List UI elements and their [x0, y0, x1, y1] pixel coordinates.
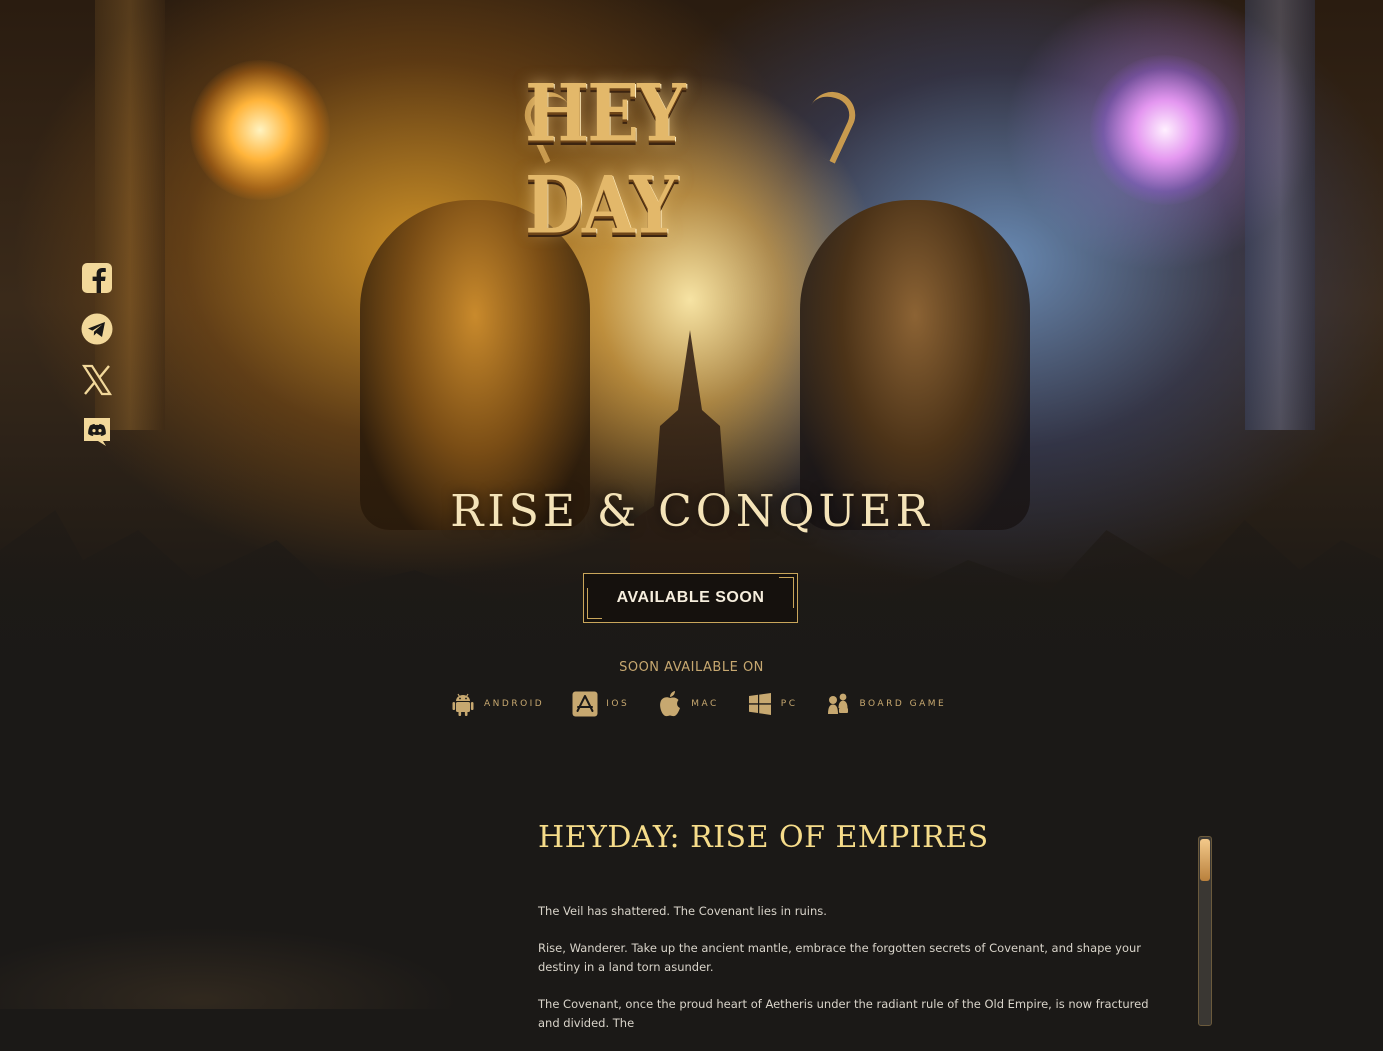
platform-label: BOARD GAME: [859, 699, 947, 709]
x-icon: [81, 364, 113, 396]
platform-label: ANDROID: [484, 699, 545, 709]
facebook-link[interactable]: [81, 262, 113, 294]
about-body: The Veil has shattered. The Covenant lie…: [538, 902, 1173, 1051]
about-paragraph: The Veil has shattered. The Covenant lie…: [538, 904, 827, 918]
about-paragraph: Rise, Wanderer. Take up the ancient mant…: [538, 941, 1142, 974]
platform-label: PC: [780, 699, 798, 709]
platform-ios: IOS: [572, 691, 629, 717]
logo-text: HEY DAY: [525, 68, 686, 252]
x-link[interactable]: [81, 364, 113, 396]
hero-pillar-right: [1245, 0, 1315, 430]
platform-label: MAC: [691, 699, 719, 709]
telegram-link[interactable]: [81, 313, 113, 345]
available-soon-button[interactable]: AVAILABLE SOON: [583, 573, 798, 623]
platform-android: ANDROID: [450, 691, 544, 717]
available-soon-label: AVAILABLE SOON: [616, 589, 765, 606]
platform-list: ANDROID IOS MAC PC BOARD GAME: [450, 689, 974, 719]
social-links: [81, 262, 115, 466]
platform-label: IOS: [606, 699, 630, 709]
hero-tagline: RISE & CONQUER: [450, 486, 933, 537]
about-paragraph: The Covenant, once the proud heart of Ae…: [538, 997, 1149, 1030]
platforms-heading: SOON AVAILABLE ON: [619, 660, 764, 675]
scrollbar-thumb[interactable]: [1200, 839, 1210, 881]
lower-background-art: [0, 890, 520, 1009]
content-scrollbar[interactable]: [1198, 836, 1212, 1026]
button-ornament-right: [779, 577, 794, 608]
arcane-orb: [1090, 55, 1240, 205]
discord-link[interactable]: [81, 415, 113, 447]
platform-mac: MAC: [657, 691, 719, 717]
android-icon: [450, 691, 476, 717]
game-logo[interactable]: HEY DAY: [517, 68, 863, 252]
platform-pc: PC: [747, 691, 798, 717]
facebook-icon: [82, 263, 112, 293]
windows-icon: [747, 691, 773, 717]
button-ornament-left: [587, 588, 602, 619]
telegram-icon: [81, 313, 113, 345]
platform-board-game: BOARD GAME: [825, 691, 946, 717]
apple-icon: [657, 691, 683, 717]
about-title: HEYDAY: RISE OF EMPIRES: [538, 820, 989, 855]
golden-orb: [190, 60, 330, 200]
app-store-icon: [572, 691, 598, 717]
discord-icon: [84, 418, 110, 446]
board-game-icon: [825, 691, 851, 717]
